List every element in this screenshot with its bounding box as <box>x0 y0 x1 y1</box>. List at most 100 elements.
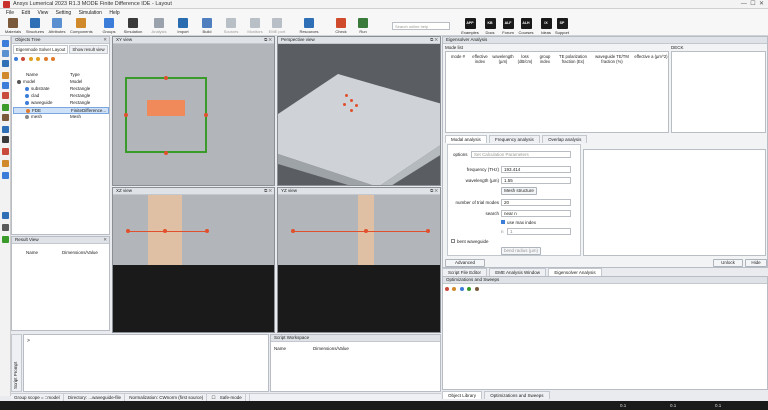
table-tool-icon[interactable] <box>2 236 9 243</box>
toolbar-monitors-button[interactable]: Monitors <box>244 18 266 34</box>
menu-edit[interactable]: Edit <box>21 9 30 17</box>
handle-icon[interactable] <box>124 113 128 117</box>
handle-icon[interactable] <box>126 229 130 233</box>
mode-list-table[interactable]: mode # effective index wavelength (µm) loss… <box>445 51 669 133</box>
refresh-tool-icon[interactable] <box>2 148 9 155</box>
unlock-button[interactable]: Unlock <box>713 259 743 267</box>
handle-icon[interactable] <box>355 104 358 107</box>
script-prompt-panel[interactable]: > <box>23 334 269 392</box>
handle-icon[interactable] <box>350 99 353 102</box>
handle-icon[interactable] <box>291 229 295 233</box>
toolbar-courses-button[interactable]: ALH Courses <box>517 18 535 35</box>
xz-view[interactable]: XZ view ⧉ ✕ <box>112 187 275 333</box>
toolbar-structures-button[interactable]: Structures <box>24 18 46 34</box>
yz-view[interactable]: YZ view ⧉ ✕ <box>277 187 441 333</box>
frequency-input[interactable]: 193.414 <box>501 166 571 173</box>
toolbar-groups-button[interactable]: Groups <box>98 18 120 34</box>
plot-tool-icon[interactable] <box>2 212 9 219</box>
toolbar-run-button[interactable]: Run <box>352 18 374 34</box>
sweep-add-icon[interactable] <box>445 286 449 291</box>
sweep-edit-icon[interactable] <box>467 286 472 291</box>
arrow-right-icon[interactable] <box>50 56 55 61</box>
xz-fde-line[interactable] <box>127 231 207 232</box>
handle-icon[interactable] <box>350 109 353 112</box>
tab-object-library[interactable]: Object Library <box>442 391 483 399</box>
close-icon[interactable]: ✕ <box>103 37 107 43</box>
chart-tool-icon[interactable] <box>2 160 9 167</box>
toolbar-simulation-button[interactable]: Simulation <box>122 18 144 34</box>
mode-list-column-header[interactable]: effective index <box>470 54 490 64</box>
trial-modes-input[interactable]: 20 <box>501 199 571 206</box>
toolbar-forum-button[interactable]: ALF Forum <box>499 18 517 35</box>
pan-tool-icon[interactable] <box>2 82 9 89</box>
toolbar-resources-button[interactable]: Resources <box>298 18 320 34</box>
grid-tool-icon[interactable] <box>2 126 9 133</box>
handle-icon[interactable] <box>204 113 208 117</box>
use-max-index-checkbox[interactable]: use max index <box>501 220 536 225</box>
layout-tool-icon[interactable] <box>2 224 9 231</box>
tree-item-fde[interactable]: FDE FiniteDifference... <box>13 107 109 114</box>
mode-list-column-header[interactable]: wavelength (µm) <box>492 54 514 64</box>
safe-mode-checkbox[interactable]: ☐ Safe-mode <box>209 394 250 401</box>
options-select[interactable]: Set Calculation Parameters <box>471 151 571 158</box>
layout-tab[interactable]: Eigenmode Solver Layout <box>13 45 69 54</box>
perspective-view[interactable]: Perspective view ⧉ ✕ <box>277 36 441 186</box>
menu-setting[interactable]: Setting <box>56 9 72 17</box>
tab-optimizations-sweeps[interactable]: Optimizations and Sweeps <box>484 391 550 399</box>
bend-radius-button[interactable]: bend radius (µm) <box>501 247 541 255</box>
toolbar-check-button[interactable]: Check <box>330 18 352 34</box>
handle-icon[interactable] <box>343 103 346 106</box>
toolbar-analysis-button[interactable]: Analysis <box>148 18 170 34</box>
menu-simulation[interactable]: Simulation <box>79 9 102 17</box>
toolbar-components-button[interactable]: Components <box>70 18 93 34</box>
axis-tool-icon[interactable] <box>2 172 9 179</box>
mode-list-column-header[interactable]: waveguide TE/TM fraction (%) <box>592 54 632 64</box>
layer-tool-icon[interactable] <box>2 136 9 143</box>
xy-view[interactable]: XY view ⧉ ✕ <box>112 36 275 186</box>
handle-icon[interactable] <box>163 229 167 233</box>
view-tool-icon[interactable] <box>2 60 9 67</box>
sweep-run-icon[interactable] <box>459 286 464 291</box>
mode-list-column-header[interactable]: TE polarization fraction (Ex) <box>556 54 590 64</box>
optimization-add-icon[interactable] <box>452 286 457 291</box>
mode-list-column-header[interactable]: mode # <box>448 54 468 59</box>
close-icon[interactable]: ✕ <box>103 237 107 243</box>
ruler-tool-icon[interactable] <box>2 114 9 121</box>
menu-help[interactable]: Help <box>109 9 119 17</box>
tree-item-clad[interactable]: clad Rectangle <box>13 93 109 100</box>
mesh-structure-button[interactable]: Mesh structure <box>501 187 537 195</box>
yz-fde-line[interactable] <box>292 231 428 232</box>
zoom-region-icon[interactable] <box>2 104 9 111</box>
toolbar-docs-button[interactable]: KB Docs <box>481 18 499 35</box>
waveguide-rect[interactable] <box>147 100 185 116</box>
wavelength-input[interactable]: 1.55 <box>501 177 571 184</box>
tree-item-waveguide[interactable]: waveguide Rectangle <box>13 100 109 107</box>
advanced-options-button[interactable]: Advanced options... <box>445 259 485 272</box>
tree-item-mesh[interactable]: mesh Mesh <box>13 114 109 121</box>
handle-icon[interactable] <box>426 229 430 233</box>
hide-button[interactable]: Hide <box>745 259 767 267</box>
help-search-input[interactable]: Search online help <box>392 22 450 30</box>
move-tool-icon[interactable] <box>2 72 9 79</box>
mode-list-column-header[interactable]: effective a (µm^2) <box>634 54 668 59</box>
toolbar-import-button[interactable]: Import <box>172 18 194 34</box>
toolbar-examples-button[interactable]: APP Examples <box>461 18 479 35</box>
mode-list-column-header[interactable]: group index <box>536 54 554 64</box>
handle-icon[interactable] <box>164 76 168 80</box>
toolbar-materials-button[interactable]: Materials <box>2 18 24 34</box>
tab-script-file-editor[interactable]: Script File Editor <box>442 268 488 276</box>
maximize-icon[interactable]: ⧉ ✕ <box>264 37 272 43</box>
toolbar-sources-button[interactable]: Sources <box>220 18 242 34</box>
deck-list[interactable] <box>671 51 766 133</box>
arrow-left-icon[interactable] <box>43 56 48 61</box>
maximize-icon[interactable]: ⧉ ✕ <box>430 37 438 43</box>
search-select[interactable]: near n <box>501 210 571 217</box>
n-input[interactable]: 1 <box>507 228 571 235</box>
delete-icon[interactable] <box>21 56 26 61</box>
bent-waveguide-checkbox[interactable]: bent waveguide <box>451 239 489 244</box>
maximize-icon[interactable]: ⧉ ✕ <box>430 188 438 194</box>
sweep-delete-icon[interactable] <box>474 286 479 291</box>
mode-list-column-header[interactable]: loss (dB/cm) <box>516 54 534 64</box>
tree-item-substrate[interactable]: substrate Rectangle <box>13 86 109 93</box>
mode-profile-area[interactable] <box>583 149 766 256</box>
